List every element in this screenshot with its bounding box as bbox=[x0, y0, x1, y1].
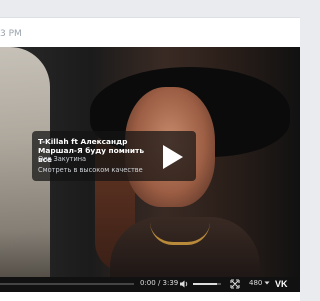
quality-selector[interactable]: 480 bbox=[249, 279, 270, 287]
play-icon bbox=[163, 145, 183, 169]
vk-logo[interactable]: VK bbox=[275, 279, 288, 289]
chevron-down-icon bbox=[264, 281, 270, 285]
video-player[interactable]: T-Killah ft Александр Маршал-Я буду помн… bbox=[0, 47, 300, 292]
card-footer bbox=[0, 292, 300, 300]
top-strip bbox=[0, 0, 300, 17]
volume-icon[interactable] bbox=[179, 279, 189, 289]
volume-fill bbox=[193, 283, 217, 285]
play-button[interactable] bbox=[154, 140, 188, 174]
time-display: 0:00 / 3:39 bbox=[140, 279, 179, 287]
fullscreen-icon[interactable] bbox=[230, 279, 240, 289]
post-timestamp: 3 PM bbox=[0, 29, 22, 39]
progress-bar[interactable] bbox=[0, 283, 134, 285]
video-frame[interactable]: T-Killah ft Александр Маршал-Я буду помн… bbox=[0, 47, 300, 277]
volume-slider[interactable] bbox=[193, 283, 221, 285]
player-controls: 0:00 / 3:39 480 VK bbox=[0, 277, 300, 292]
hd-quality-link[interactable]: Смотреть в высоком качестве bbox=[38, 166, 143, 174]
quality-value: 480 bbox=[249, 279, 263, 287]
video-author[interactable]: Оля Закутина bbox=[38, 155, 86, 163]
